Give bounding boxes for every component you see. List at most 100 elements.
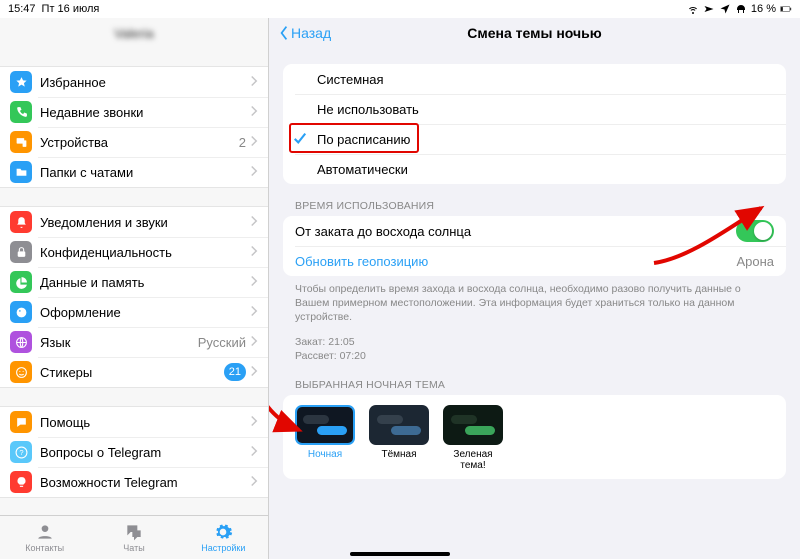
sunset-label: От заката до восхода солнца: [295, 224, 736, 239]
geo-row[interactable]: Обновить геопозицию Арона: [283, 246, 786, 276]
themes-card: Ночная Тёмная Зелена: [283, 395, 786, 479]
sidebar-item-badge: 21: [224, 363, 246, 381]
sidebar-item-label: Вопросы о Telegram: [40, 445, 250, 460]
geo-city: Арона: [736, 254, 774, 269]
question-icon: ?: [10, 441, 32, 463]
mode-off-label: Не использовать: [317, 102, 774, 117]
sidebar-item-label: Уведомления и звуки: [40, 215, 250, 230]
status-bar: 15:47 Пт 16 июля 16 %: [0, 0, 800, 18]
sidebar-item-lock[interactable]: Конфиденциальность: [0, 237, 268, 267]
sidebar-item-label: Устройства: [40, 135, 239, 150]
brush-icon: [10, 301, 32, 323]
sunset-time: Закат: 21:05: [295, 335, 774, 349]
mode-off[interactable]: Не использовать: [283, 94, 786, 124]
mode-schedule[interactable]: По расписанию: [283, 124, 786, 154]
chevron-right-icon: [250, 475, 258, 490]
sidebar-item-label: Помощь: [40, 415, 250, 430]
sidebar-item-label: Папки с чатами: [40, 165, 250, 180]
status-date: Пт 16 июля: [42, 3, 100, 15]
sidebar-item-folder[interactable]: Папки с чатами: [0, 157, 268, 187]
lock-icon: [10, 241, 32, 263]
mode-schedule-label: По расписанию: [317, 132, 774, 147]
chevron-right-icon: [250, 105, 258, 120]
mode-auto-label: Автоматически: [317, 162, 774, 177]
mode-system-label: Системная: [317, 72, 774, 87]
tab-contacts[interactable]: Контакты: [0, 516, 89, 559]
sidebar-item-smile[interactable]: Стикеры21: [0, 357, 268, 387]
globe-icon: [10, 331, 32, 353]
tab-contacts-label: Контакты: [25, 543, 64, 553]
chevron-left-icon: [279, 25, 289, 41]
chats-icon: [124, 522, 144, 542]
chevron-right-icon: [250, 365, 258, 380]
chevron-right-icon: [250, 305, 258, 320]
bulb-icon: [10, 471, 32, 493]
sidebar-item-star[interactable]: Избранное: [0, 67, 268, 97]
sidebar-item-devices[interactable]: Устройства2: [0, 127, 268, 157]
settings-sidebar: Valeria Избранное Недавние звонки Устройст…: [0, 0, 269, 559]
tab-chats[interactable]: Чаты: [89, 516, 178, 559]
svg-text:?: ?: [19, 448, 23, 457]
gear-icon: [213, 522, 233, 542]
sidebar-item-brush[interactable]: Оформление: [0, 297, 268, 327]
mode-card: Системная Не использовать По расписанию …: [283, 64, 786, 184]
plane-icon: [703, 3, 715, 15]
sidebar-item-label: Оформление: [40, 305, 250, 320]
sunrise-time: Рассвет: 07:20: [295, 349, 774, 363]
sunset-toggle[interactable]: [736, 220, 774, 242]
tab-bar: Контакты Чаты Настройки: [0, 515, 268, 559]
tab-settings-label: Настройки: [201, 543, 245, 553]
theme-green-label: Зеленая тема!: [443, 449, 503, 471]
bell-icon: [10, 211, 32, 233]
sunset-row[interactable]: От заката до восхода солнца: [283, 216, 786, 246]
pie-icon: [10, 271, 32, 293]
location-icon: [719, 3, 731, 15]
usage-card: От заката до восхода солнца Обновить гео…: [283, 216, 786, 276]
themes-header: ВЫБРАННАЯ НОЧНАЯ ТЕМА: [295, 379, 786, 391]
sidebar-item-value: Русский: [198, 335, 246, 350]
back-button[interactable]: Назад: [269, 25, 341, 41]
sidebar-item-label: Стикеры: [40, 365, 224, 380]
sidebar-item-value: 2: [239, 135, 246, 150]
sidebar-item-bell[interactable]: Уведомления и звуки: [0, 207, 268, 237]
status-time: 15:47: [8, 3, 36, 15]
sidebar-item-label: Недавние звонки: [40, 105, 250, 120]
chevron-right-icon: [250, 135, 258, 150]
home-indicator[interactable]: [350, 552, 450, 556]
theme-night-label: Ночная: [295, 449, 355, 460]
account-name: Valeria: [114, 26, 154, 41]
sidebar-item-pie[interactable]: Данные и память: [0, 267, 268, 297]
sidebar-item-label: Избранное: [40, 75, 250, 90]
sidebar-item-label: Язык: [40, 335, 198, 350]
back-label: Назад: [291, 25, 331, 41]
chevron-right-icon: [250, 335, 258, 350]
tab-chats-label: Чаты: [123, 543, 144, 553]
theme-dark-label: Тёмная: [369, 449, 429, 460]
sidebar-item-globe[interactable]: ЯзыкРусский: [0, 327, 268, 357]
chevron-right-icon: [250, 75, 258, 90]
theme-night[interactable]: Ночная: [295, 405, 355, 471]
sidebar-item-phone[interactable]: Недавние звонки: [0, 97, 268, 127]
sidebar-item-label: Конфиденциальность: [40, 245, 250, 260]
sidebar-item-bulb[interactable]: Возможности Telegram: [0, 467, 268, 497]
account-header[interactable]: Valeria: [0, 18, 268, 48]
theme-green[interactable]: Зеленая тема!: [443, 405, 503, 471]
star-icon: [10, 71, 32, 93]
page-title: Смена темы ночью: [269, 25, 800, 41]
geo-note: Чтобы определить время захода и восхода …: [295, 282, 774, 325]
battery-pct: 16 %: [751, 3, 776, 15]
chevron-right-icon: [250, 245, 258, 260]
geo-link[interactable]: Обновить геопозицию: [295, 254, 736, 269]
mode-system[interactable]: Системная: [283, 64, 786, 94]
wifi-icon: [687, 3, 699, 15]
theme-dark[interactable]: Тёмная: [369, 405, 429, 471]
mode-auto[interactable]: Автоматически: [283, 154, 786, 184]
main-header: Назад Смена темы ночью: [269, 18, 800, 48]
chevron-right-icon: [250, 275, 258, 290]
chevron-right-icon: [250, 415, 258, 430]
main-panel: Назад Смена темы ночью Системная Не испо…: [269, 0, 800, 559]
sidebar-item-question[interactable]: ? Вопросы о Telegram: [0, 437, 268, 467]
sidebar-item-chat[interactable]: Помощь: [0, 407, 268, 437]
tab-settings[interactable]: Настройки: [179, 516, 268, 559]
headphones-icon: [735, 3, 747, 15]
